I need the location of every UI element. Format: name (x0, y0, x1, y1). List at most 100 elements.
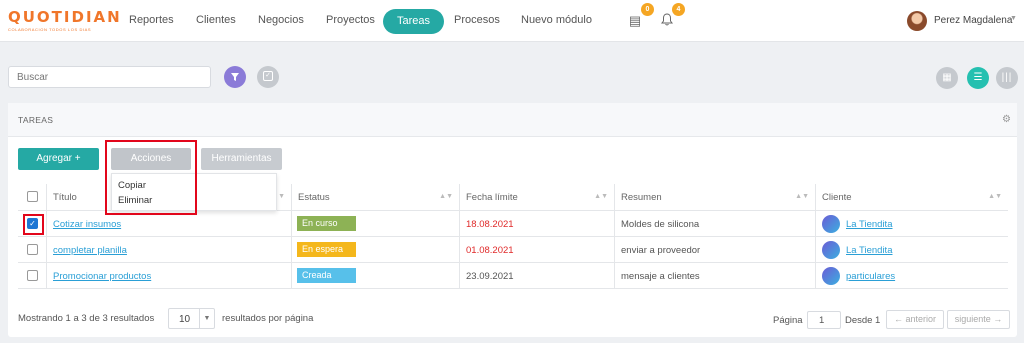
row-checkbox-cell (18, 263, 46, 288)
table-row[interactable]: Promocionar productos Creada 23.09.2021 … (18, 263, 1008, 289)
nav-negocios[interactable]: Negocios (258, 14, 304, 26)
panel-header: TAREAS ⚙ (8, 103, 1017, 137)
status-cell: En espera (291, 237, 459, 262)
next-page-button[interactable]: siguiente → (947, 310, 1010, 329)
header-checkbox-cell (18, 184, 46, 210)
status-badge: En espera (297, 242, 356, 257)
filter-icon (231, 73, 239, 81)
sort-icon: ▲▼ (795, 193, 809, 200)
list-icon: ☰ (973, 72, 983, 83)
search-input[interactable] (9, 67, 210, 87)
summary-text: Moldes de silicona (621, 219, 700, 230)
page-size-value: 10 (179, 314, 191, 325)
sort-icon: ▲▼ (439, 193, 453, 200)
search-box (8, 66, 211, 88)
columns-icon: ||| (1001, 72, 1013, 83)
list-view-button[interactable]: ☰ (967, 67, 989, 89)
page-number-input[interactable]: 1 (807, 311, 841, 329)
table-row[interactable]: completar planilla En espera 01.08.2021 … (18, 237, 1008, 263)
nav-reportes[interactable]: Reportes (129, 14, 174, 26)
summary-cell: Moldes de silicona (614, 211, 815, 236)
task-title-link[interactable]: completar planilla (53, 245, 127, 256)
total-pages: 1 (875, 315, 881, 326)
due-cell: 01.08.2021 (459, 237, 614, 262)
column-header-client[interactable]: Cliente ▲▼ (815, 184, 1008, 210)
page-number-value: 1 (819, 315, 825, 326)
column-client-label: Cliente (822, 192, 852, 203)
notifications-badge: 4 (672, 3, 685, 16)
title-cell: Promocionar productos (46, 263, 291, 288)
select-mode-button[interactable]: ✓ (257, 66, 279, 88)
due-cell: 23.09.2021 (459, 263, 614, 288)
row-checkbox[interactable] (27, 270, 38, 281)
client-cell: La Tiendita (815, 237, 1008, 262)
gear-icon[interactable]: ⚙ (1002, 114, 1011, 125)
results-summary: Mostrando 1 a 3 de 3 resultados (18, 313, 155, 324)
column-summary-label: Resumen (621, 192, 662, 203)
tasks-panel: TAREAS ⚙ Agregar + Acciones Herramientas… (8, 103, 1017, 337)
summary-text: enviar a proveedor (621, 245, 701, 256)
nav-nuevo-modulo[interactable]: Nuevo módulo (521, 14, 592, 26)
task-title-link[interactable]: Cotizar insumos (53, 219, 121, 230)
summary-cell: enviar a proveedor (614, 237, 815, 262)
client-cell: particulares (815, 263, 1008, 288)
logo-text: QUOTIDIAN (8, 8, 122, 26)
page-size-select[interactable]: 10 ▼ (168, 308, 215, 329)
due-cell: 18.08.2021 (459, 211, 614, 236)
due-date: 18.08.2021 (466, 219, 514, 230)
summary-text: mensaje a clientes (621, 271, 700, 282)
sort-icon: ▲▼ (594, 193, 608, 200)
highlight-frame (105, 140, 197, 215)
title-cell: completar planilla (46, 237, 291, 262)
kanban-view-button[interactable]: ||| (996, 67, 1018, 89)
of-label: Desde (845, 315, 873, 326)
row-checkbox[interactable] (27, 244, 38, 255)
check-square-icon: ✓ (263, 71, 273, 82)
add-task-button[interactable]: Agregar + (18, 148, 99, 170)
status-badge: Creada (297, 268, 356, 283)
chevron-down-icon[interactable]: ▼ (1010, 15, 1017, 22)
tools-button[interactable]: Herramientas (201, 148, 282, 170)
column-header-summary[interactable]: Resumen ▲▼ (614, 184, 815, 210)
user-name[interactable]: Perez Magdalena (934, 15, 1012, 26)
messages-badge: 0 (641, 3, 654, 16)
summary-cell: mensaje a clientes (614, 263, 815, 288)
logo-tagline: COLABORACION TODOS LOS DIAS (8, 27, 92, 32)
client-cell: La Tiendita (815, 211, 1008, 236)
client-avatar (822, 241, 840, 259)
filter-button[interactable] (224, 66, 246, 88)
calendar-icon: ▦ (942, 72, 952, 83)
client-avatar (822, 267, 840, 285)
nav-clientes[interactable]: Clientes (196, 14, 236, 26)
column-header-due[interactable]: Fecha límite ▲▼ (459, 184, 614, 210)
due-date: 01.08.2021 (466, 245, 514, 256)
status-badge: En curso (297, 216, 356, 231)
calendar-view-button[interactable]: ▦ (936, 67, 958, 89)
nav-procesos[interactable]: Procesos (454, 14, 500, 26)
task-title-link[interactable]: Promocionar productos (53, 271, 151, 282)
column-header-status[interactable]: Estatus ▲▼ (291, 184, 459, 210)
app-logo[interactable]: QUOTIDIAN COLABORACION TODOS LOS DIAS (8, 8, 122, 32)
client-link[interactable]: La Tiendita (846, 219, 892, 230)
per-page-label: resultados por página (222, 313, 314, 324)
column-status-label: Estatus (298, 192, 330, 203)
select-all-checkbox[interactable] (27, 191, 38, 202)
messages-icon[interactable]: ▤ (627, 13, 643, 29)
row-checkbox-cell (18, 237, 46, 262)
panel-title: TAREAS (18, 115, 54, 125)
column-due-label: Fecha límite (466, 192, 518, 203)
chevron-down-icon: ▼ (199, 309, 214, 328)
client-avatar (822, 215, 840, 233)
nav-proyectos[interactable]: Proyectos (326, 14, 375, 26)
bell-glyph (661, 13, 673, 26)
status-cell: Creada (291, 263, 459, 288)
top-navigation: QUOTIDIAN COLABORACION TODOS LOS DIAS Re… (0, 0, 1024, 42)
client-link[interactable]: particulares (846, 271, 895, 282)
page-label: Página (773, 315, 803, 326)
bell-icon[interactable] (659, 13, 675, 29)
user-avatar[interactable] (907, 11, 927, 31)
client-link[interactable]: La Tiendita (846, 245, 892, 256)
nav-tareas[interactable]: Tareas (383, 9, 445, 34)
due-date: 23.09.2021 (466, 271, 514, 282)
prev-page-button[interactable]: ← anterior (886, 310, 944, 329)
